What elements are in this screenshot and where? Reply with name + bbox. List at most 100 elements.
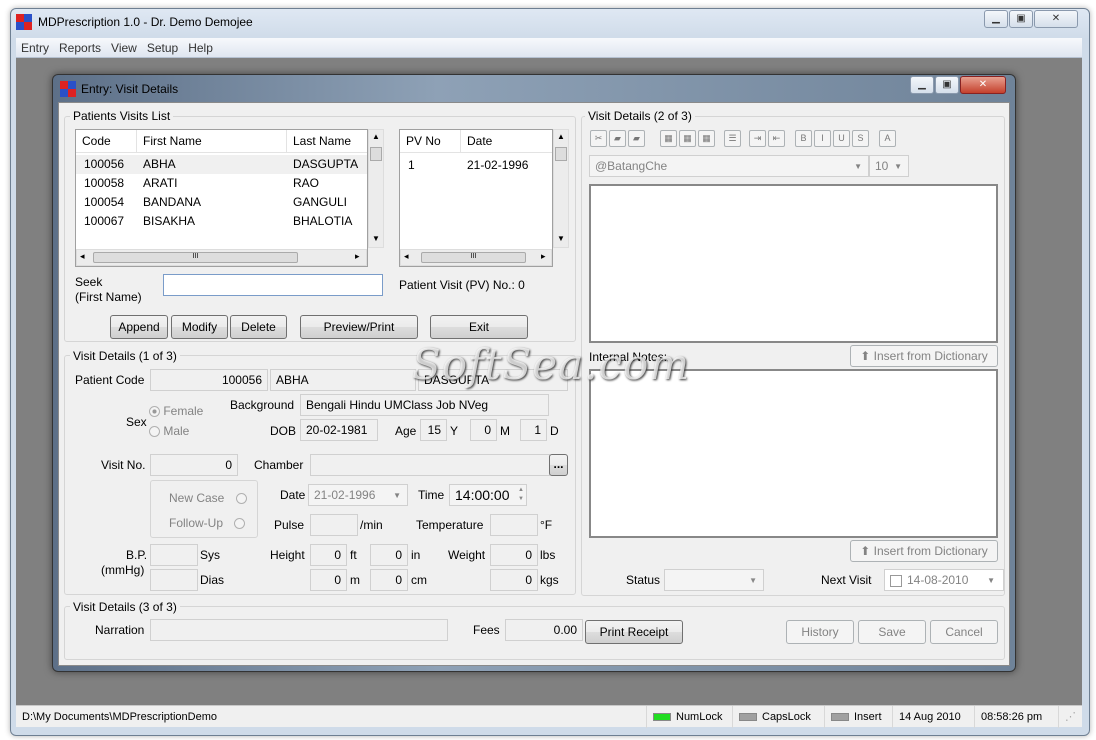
table-row[interactable]: 100056 ABHA DASGUPTA [76,155,367,174]
male-radio[interactable]: Male [149,424,189,438]
age-months-field[interactable]: 0 [470,419,497,441]
indent-icon[interactable]: ⇥ [749,130,766,147]
child-maximize-button[interactable]: ▣ [935,76,959,94]
resize-grip-icon[interactable]: ⋰ [1058,706,1082,728]
date-label: Date [280,488,306,502]
copy-icon[interactable]: ▰ [609,130,626,147]
seek-label: Seek [75,275,103,289]
new-case-radio[interactable]: New Case [169,491,247,505]
strikethrough-icon[interactable]: S [852,130,869,147]
visit-cell[interactable]: 21-02-1996 [461,156,534,174]
visits-table[interactable]: PV No Date 1 21-02-1996 ◂ III ▸ [399,129,553,267]
height-m-field[interactable]: 0 [310,569,347,591]
background-field[interactable]: Bengali Hindu UMClass Job NVeg [300,394,549,416]
column-header[interactable]: Last Name [287,130,367,153]
column-header[interactable]: First Name [137,130,287,153]
female-radio[interactable]: Female [149,404,203,418]
column-header[interactable]: Code [76,130,137,153]
bp-dias-field[interactable] [150,569,198,591]
group-label: Patients Visits List [70,109,174,123]
history-button[interactable]: History [786,620,854,644]
patients-table[interactable]: Code First Name Last Name 100056 ABHA DASG… [75,129,368,267]
underline-icon[interactable]: U [833,130,850,147]
align-left-icon[interactable]: ▦ [660,130,677,147]
table-row[interactable]: 100058 ARATI RAO [76,174,367,193]
child-minimize-button[interactable]: ▁ [910,76,934,94]
child-close-button[interactable]: ✕ [960,76,1006,94]
horizontal-scrollbar[interactable]: ◂ III ▸ [76,249,367,266]
internal-notes-editor[interactable] [589,369,998,538]
pulse-field[interactable] [310,514,358,536]
delete-button[interactable]: Delete [230,315,287,339]
capslock-indicator: CapsLock [732,706,824,728]
status-path: D:\My Documents\MDPrescriptionDemo [22,711,217,723]
vertical-scrollbar[interactable]: ▲ ▼ [553,129,569,248]
table-cell: DASGUPTA [293,157,359,171]
close-button[interactable]: ✕ [1034,10,1078,28]
save-button[interactable]: Save [858,620,926,644]
date-picker[interactable]: 21-02-1996 ▼ [308,484,408,506]
append-button[interactable]: Append [110,315,168,339]
cut-icon[interactable]: ✂ [590,130,607,147]
column-header[interactable]: PV No [400,130,461,153]
italic-icon[interactable]: I [814,130,831,147]
align-right-icon[interactable]: ▦ [698,130,715,147]
horizontal-scrollbar[interactable]: ◂ III ▸ [400,249,552,266]
pulse-unit: /min [360,518,383,532]
table-row[interactable]: 100067 BISAKHA BHALOTIA [76,212,367,231]
menu-view[interactable]: View [106,38,142,58]
height-in-field[interactable]: 0 [370,544,408,566]
age-days-field[interactable]: 1 [520,419,547,441]
patient-code-field[interactable]: 100056 [150,369,268,391]
next-visit-picker[interactable]: 14-08-2010 ▼ [884,569,1004,591]
cancel-button[interactable]: Cancel [930,620,998,644]
preview-print-button[interactable]: Preview/Print [300,315,418,339]
paste-icon[interactable]: ▰ [628,130,645,147]
weight-kgs-field[interactable]: 0 [490,569,538,591]
status-select[interactable]: ▼ [664,569,764,591]
next-visit-checkbox[interactable] [890,574,902,587]
age-years-field[interactable]: 15 [420,419,447,441]
dob-field[interactable]: 20-02-1981 [300,419,378,441]
fees-field[interactable]: 0.00 [505,619,583,641]
first-name-field[interactable]: ABHA [270,369,416,391]
menu-entry[interactable]: Entry [16,38,54,58]
font-size-select[interactable]: 10 ▼ [869,155,909,177]
column-header[interactable]: Date [461,130,552,153]
font-select[interactable]: @BatangChe ▼ [589,155,869,177]
insert-dictionary-button[interactable]: ⬆ Insert from Dictionary [850,345,998,367]
bp-sys-field[interactable] [150,544,198,566]
modify-button[interactable]: Modify [171,315,228,339]
menu-reports[interactable]: Reports [54,38,106,58]
visit-no-field[interactable]: 0 [150,454,238,476]
table-row[interactable]: 100054 BANDANA GANGULI [76,193,367,212]
capslock-led-icon [739,713,757,722]
outdent-icon[interactable]: ⇤ [768,130,785,147]
height-cm-field[interactable]: 0 [370,569,408,591]
insert-dictionary-button-2[interactable]: ⬆ Insert from Dictionary [850,540,998,562]
height-ft-field[interactable]: 0 [310,544,347,566]
maximize-button[interactable]: ▣ [1009,10,1033,28]
bold-icon[interactable]: B [795,130,812,147]
visit-no-label: Visit No. [101,458,146,472]
time-spinner[interactable]: 14:00:00 ▲ ▼ [449,484,527,506]
minimize-button[interactable]: ▁ [984,10,1008,28]
font-color-icon[interactable]: A [879,130,896,147]
visit-notes-editor[interactable] [589,184,998,343]
narration-field[interactable] [150,619,448,641]
seek-input[interactable] [163,274,383,296]
chamber-field[interactable] [310,454,550,476]
bullets-icon[interactable]: ☰ [724,130,741,147]
exit-button[interactable]: Exit [430,315,528,339]
vertical-scrollbar[interactable]: ▲ ▼ [368,129,384,248]
print-receipt-button[interactable]: Print Receipt [585,620,683,644]
align-center-icon[interactable]: ▦ [679,130,696,147]
menu-help[interactable]: Help [183,38,218,58]
menu-setup[interactable]: Setup [142,38,183,58]
weight-lbs-field[interactable]: 0 [490,544,538,566]
temperature-field[interactable] [490,514,538,536]
visit-cell[interactable]: 1 [402,156,421,174]
ft-unit: ft [350,548,357,562]
follow-up-radio[interactable]: Follow-Up [169,516,246,530]
chamber-browse-button[interactable]: ... [549,454,568,476]
